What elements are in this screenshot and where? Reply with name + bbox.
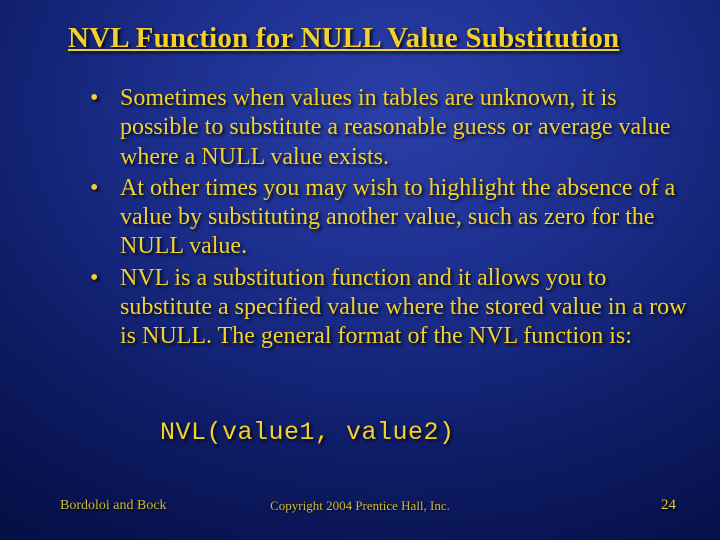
slide-title: NVL Function for NULL Value Substitution: [68, 22, 680, 55]
bullet-item: NVL is a substitution function and it al…: [80, 264, 692, 352]
bullet-list: Sometimes when values in tables are unkn…: [80, 84, 692, 351]
bullet-item: At other times you may wish to highlight…: [80, 174, 692, 262]
bullet-item: Sometimes when values in tables are unkn…: [80, 84, 692, 172]
code-line: NVL(value1, value2): [160, 418, 455, 447]
slide-body: Sometimes when values in tables are unkn…: [80, 84, 692, 353]
slide: NVL Function for NULL Value Substitution…: [0, 0, 720, 540]
footer-page-number: 24: [661, 497, 676, 514]
footer-copyright: Copyright 2004 Prentice Hall, Inc.: [0, 498, 720, 514]
